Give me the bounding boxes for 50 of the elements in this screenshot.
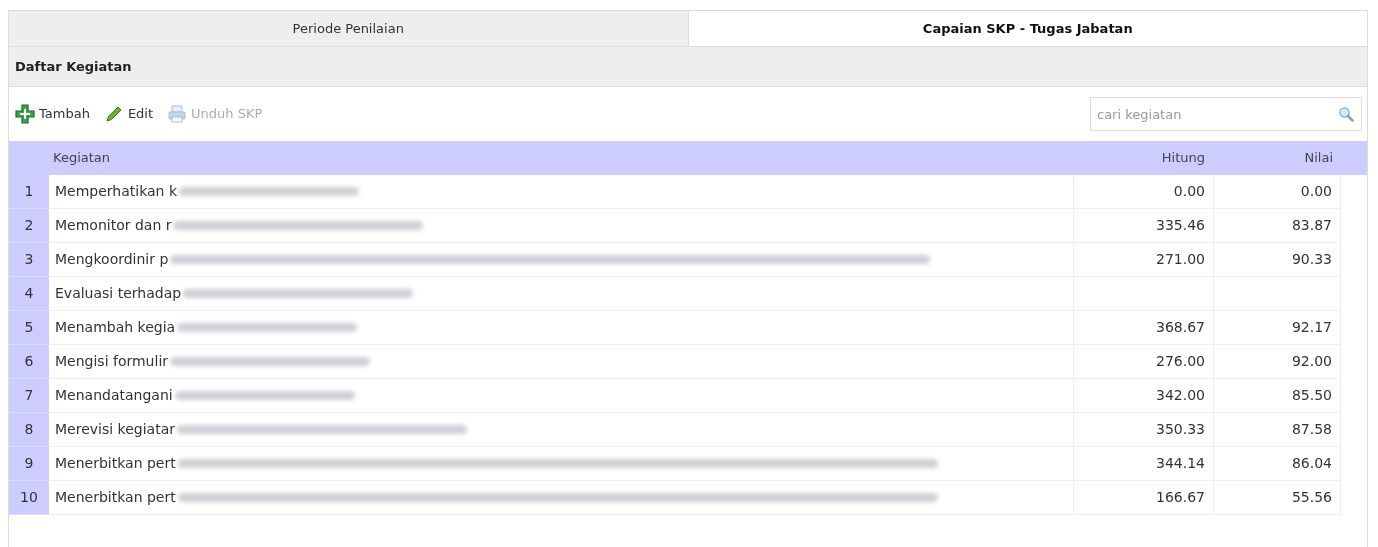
table-cell: 92.17 <box>1213 311 1341 345</box>
row-number: 2 <box>9 209 49 243</box>
column-header: Nilai <box>1303 149 1334 168</box>
table-cell: 0.00 <box>1073 175 1213 209</box>
table-cell: 166.67 <box>1073 481 1213 515</box>
table-cell: 92.00 <box>1213 345 1341 379</box>
table-cell: 55.56 <box>1213 481 1341 515</box>
plus-icon <box>15 104 35 124</box>
table-cell-text: Memperhatikan k <box>55 182 178 201</box>
table-cell: 368.67 <box>1073 311 1213 345</box>
panel-title: Daftar Kegiatan <box>15 57 132 76</box>
table-cell: 271.00 <box>1073 243 1213 277</box>
pencil-icon <box>103 104 124 124</box>
table-cell: 87.58 <box>1213 413 1341 447</box>
toolbar-button[interactable]: Edit <box>103 104 154 124</box>
table-cell-text: Memonitor dan r <box>55 216 172 235</box>
row-number: 4 <box>9 277 49 311</box>
toolbar-button[interactable]: Tambah <box>15 104 90 124</box>
row-number: 7 <box>9 379 49 413</box>
column-header: Kegiatan <box>52 149 111 168</box>
row-number: 1 <box>9 175 49 209</box>
table-cell-text: Evaluasi terhadap <box>55 284 182 303</box>
table-cell-text: Menerbitkan pert <box>55 454 176 473</box>
table-cell: 276.00 <box>1073 345 1213 379</box>
printer-icon <box>167 104 188 124</box>
table-cell: 86.04 <box>1213 447 1341 481</box>
row-number: 10 <box>9 481 49 515</box>
row-number: 6 <box>9 345 49 379</box>
row-number: 8 <box>9 413 49 447</box>
table-cell-text: Menerbitkan pert <box>55 488 176 507</box>
tab[interactable]: Periode Penilaian <box>9 11 688 46</box>
search-icon <box>1338 106 1354 122</box>
table-cell: 90.33 <box>1213 243 1341 277</box>
table-cell: 83.87 <box>1213 209 1341 243</box>
table-cell-text: Merevisi kegiatar <box>55 420 175 439</box>
table-cell: 0.00 <box>1213 175 1341 209</box>
table-cell: 350.33 <box>1073 413 1213 447</box>
column-header: Hitung <box>1160 149 1206 168</box>
table-cell-text: Mengisi formulir <box>55 352 169 371</box>
table-cell: 344.14 <box>1073 447 1213 481</box>
table-cell: 342.00 <box>1073 379 1213 413</box>
row-number: 5 <box>9 311 49 345</box>
search-field[interactable]: cari kegiatan <box>1090 97 1362 131</box>
table-cell-text: Mengkoordinir p <box>55 250 169 269</box>
row-number: 3 <box>9 243 49 277</box>
table-cell-text: Menambah kegia <box>55 318 176 337</box>
table-cell: 335.46 <box>1073 209 1213 243</box>
table-cell-text: Menandatangani <box>55 386 173 405</box>
table-cell: 85.50 <box>1213 379 1341 413</box>
row-number: 9 <box>9 447 49 481</box>
